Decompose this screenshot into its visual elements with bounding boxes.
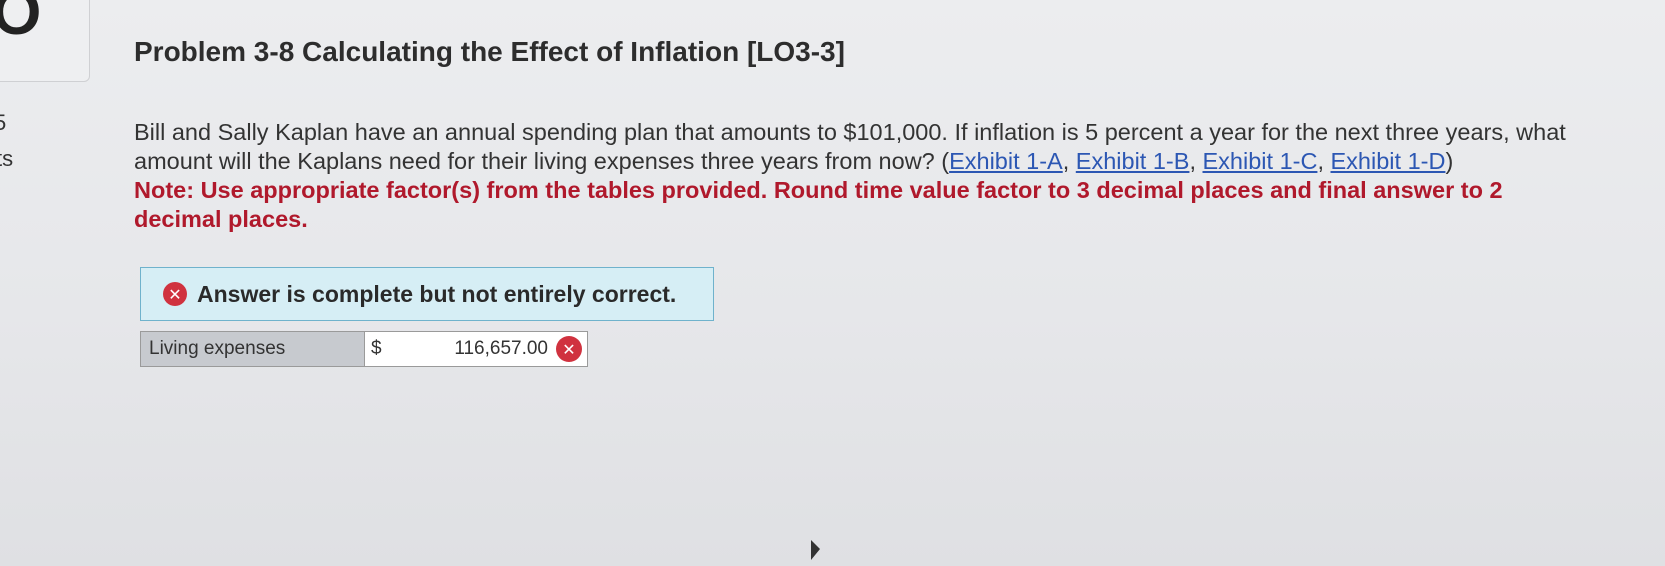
currency-symbol: $ (371, 338, 382, 359)
exhibit-separator: , (1317, 148, 1331, 174)
result-banner: ✕ Answer is complete but not entirely co… (140, 267, 714, 321)
exhibit-1b-link[interactable]: Exhibit 1-B (1076, 148, 1190, 174)
answer-label: Living expenses (141, 332, 365, 366)
result-message: Answer is complete but not entirely corr… (197, 280, 677, 307)
question-number: 6 (0, 0, 45, 55)
answer-value: 116,657.00 (454, 338, 548, 359)
instruction-note: Note: Use appropriate factor(s) from the… (134, 177, 1503, 232)
points-value: 5 (0, 110, 7, 135)
problem-title: Problem 3-8 Calculating the Effect of In… (134, 36, 845, 67)
mouse-pointer-icon (811, 540, 820, 560)
problem-body: Bill and Sally Kaplan have an annual spe… (134, 118, 1574, 234)
exhibit-1c-link[interactable]: Exhibit 1-C (1203, 148, 1318, 174)
exhibit-open-paren: ( (941, 148, 950, 174)
answer-row: Living expenses $ 116,657.00 ✕ (140, 331, 588, 367)
incorrect-x-icon: ✕ (556, 336, 582, 362)
exhibit-separator: , (1189, 148, 1203, 174)
x-circle-icon: ✕ (163, 282, 187, 306)
exhibit-1d-link[interactable]: Exhibit 1-D (1331, 148, 1446, 174)
exhibit-separator: , (1062, 148, 1076, 174)
exhibit-1a-link[interactable]: Exhibit 1-A (949, 148, 1063, 174)
living-expenses-input[interactable]: $ 116,657.00 ✕ (365, 332, 587, 366)
points-label: ts (0, 146, 14, 171)
exhibit-close-paren: ) (1445, 148, 1454, 174)
